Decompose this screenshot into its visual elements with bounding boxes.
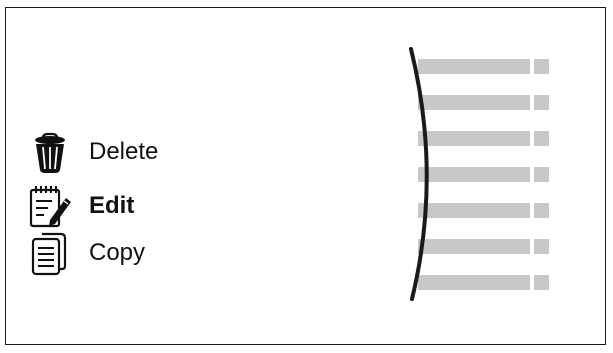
list-row[interactable] xyxy=(418,239,549,254)
copy-documents-icon xyxy=(28,231,72,276)
list-row-bar xyxy=(418,203,530,218)
list-row[interactable] xyxy=(418,203,549,218)
list-row-bar xyxy=(418,167,530,182)
list-row-tail xyxy=(534,239,549,254)
notepad-pencil-icon xyxy=(28,184,72,228)
list-row[interactable] xyxy=(418,167,549,182)
menu-item-label: Edit xyxy=(89,192,135,219)
menu-item-edit[interactable]: Edit xyxy=(28,184,208,228)
list-row-tail xyxy=(534,203,549,218)
menu-item-delete[interactable]: Delete xyxy=(28,130,208,174)
list-panel xyxy=(400,45,560,305)
menu-item-copy[interactable]: Copy xyxy=(28,231,208,276)
list-row-tail xyxy=(534,59,549,74)
menu-item-label: Copy xyxy=(89,239,146,266)
list-row[interactable] xyxy=(418,95,549,110)
trash-icon xyxy=(28,130,72,174)
list-panel-graphic xyxy=(409,47,549,301)
list-row-tail xyxy=(534,167,549,182)
list-row-tail xyxy=(534,131,549,146)
list-row-bar xyxy=(418,275,530,290)
list-row-bar xyxy=(418,239,530,254)
list-row[interactable] xyxy=(418,275,549,290)
menu-item-label: Delete xyxy=(89,138,159,165)
list-row-bar xyxy=(418,59,530,74)
list-row-bar xyxy=(418,131,530,146)
list-row[interactable] xyxy=(418,131,549,146)
list-row[interactable] xyxy=(418,59,549,74)
list-row-bar xyxy=(418,95,530,110)
list-row-tail xyxy=(534,95,549,110)
list-row-tail xyxy=(534,275,549,290)
